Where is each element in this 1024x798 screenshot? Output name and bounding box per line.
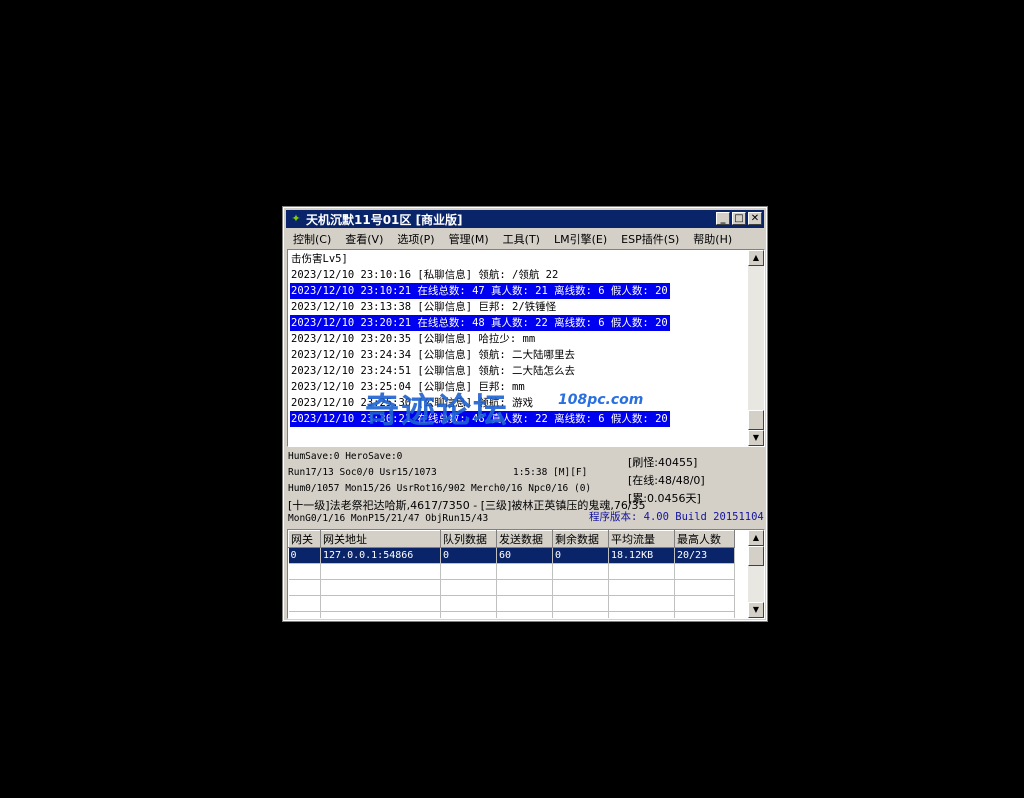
table-cell (608, 611, 675, 618)
table-row[interactable] (288, 595, 735, 612)
maximize-button[interactable]: □ (732, 212, 746, 225)
menu-view[interactable]: 查看(V) (338, 231, 390, 247)
column-header[interactable]: 剩余数据 (552, 530, 609, 548)
table-cell (496, 595, 553, 612)
scroll-down-icon[interactable]: ▼ (748, 430, 764, 446)
table-cell (320, 595, 441, 612)
table-scroll-down-icon[interactable]: ▼ (748, 602, 764, 618)
table-cell (608, 579, 675, 596)
status-mon: MonG0/1/16 MonP15/21/47 ObjRun15/43 (288, 513, 489, 524)
log-scrollbar[interactable]: ▲ ▼ (748, 250, 764, 446)
refresh-count: [刷怪:40455] (628, 456, 698, 469)
column-header[interactable]: 网关地址 (320, 530, 441, 548)
table-cell: 0 (288, 547, 321, 564)
table-cell (288, 595, 321, 612)
status-save: HumSave:0 HeroSave:0 (288, 451, 403, 462)
title-bar[interactable]: ✦ 天机沉默11号01区 [商业版] _ □ ✕ (286, 210, 764, 228)
log-line: 2023/12/10 23:10:16 [私聊信息] 领航: /领航 22 (291, 269, 559, 281)
close-button[interactable]: ✕ (748, 212, 762, 225)
table-cell (440, 595, 497, 612)
menu-bar: 控制(C) 查看(V) 选项(P) 管理(M) 工具(T) LM引擎(E) ES… (286, 229, 764, 248)
online-count: [在线:48/48/0] (628, 474, 705, 487)
title-buttons: _ □ ✕ (716, 212, 762, 225)
table-row[interactable]: 0 127.0.0.1:54866 0 60 0 18.12KB 20/23 (288, 547, 735, 564)
menu-help[interactable]: 帮助(H) (686, 231, 739, 247)
minimize-button[interactable]: _ (716, 212, 730, 225)
table-cell (496, 563, 553, 580)
log-line: 2023/12/10 23:20:35 [公聊信息] 哈拉少: mm (291, 333, 536, 345)
table-scroll-thumb[interactable] (748, 546, 764, 566)
table-cell: 127.0.0.1:54866 (320, 547, 441, 564)
watermark-url: 108pc.com (558, 392, 644, 408)
table-cell (674, 595, 735, 612)
table-cell (440, 579, 497, 596)
menu-esp-plugin[interactable]: ESP插件(S) (614, 231, 686, 247)
table-cell (552, 563, 609, 580)
table-cell (440, 611, 497, 618)
table-cell (320, 579, 441, 596)
app-icon: ✦ (291, 212, 301, 225)
table-cell (552, 611, 609, 618)
column-header[interactable]: 发送数据 (496, 530, 553, 548)
log-lines: 击伤害Lv5] 2023/12/10 23:10:16 [私聊信息] 领航: /领… (290, 251, 748, 427)
log-line: 2023/12/10 23:25:04 [公聊信息] 巨邦: mm (291, 381, 525, 393)
window-title: 天机沉默11号01区 [商业版] (306, 212, 463, 227)
log-panel[interactable]: 击伤害Lv5] 2023/12/10 23:10:16 [私聊信息] 领航: /领… (287, 249, 765, 447)
table-cell (288, 563, 321, 580)
watermark-logo: 奇迹论坛 (365, 391, 509, 431)
log-line: 2023/12/10 23:10:21 在线总数: 47 真人数: 21 离线数… (290, 283, 670, 299)
table-row[interactable] (288, 563, 735, 580)
column-header[interactable]: 网关 (288, 530, 321, 548)
column-header[interactable]: 平均流量 (608, 530, 675, 548)
table-cell (608, 595, 675, 612)
scroll-up-icon[interactable]: ▲ (748, 250, 764, 266)
table-cell (288, 611, 321, 618)
menu-lm-engine[interactable]: LM引擎(E) (547, 231, 614, 247)
main-window: ✦ 天机沉默11号01区 [商业版] _ □ ✕ 控制(C) 查看(V) 选项(… (282, 206, 768, 622)
table-cell: 20/23 (674, 547, 735, 564)
program-version: 程序版本: 4.00 Build 20151104 (589, 511, 764, 523)
table-cell: 60 (496, 547, 553, 564)
table-cell (496, 579, 553, 596)
table-cell (674, 579, 735, 596)
table-scroll-up-icon[interactable]: ▲ (748, 530, 764, 546)
table-cell: 18.12KB (608, 547, 675, 564)
log-line: 2023/12/10 23:20:21 在线总数: 48 真人数: 22 离线数… (290, 315, 670, 331)
cumulative-time: [累:0.0456天] (628, 492, 701, 505)
column-header[interactable]: 最高人数 (674, 530, 735, 548)
table-cell (320, 611, 441, 618)
menu-manage[interactable]: 管理(M) (442, 231, 496, 247)
status-panel: HumSave:0 HeroSave:0 Run17/13 Soc0/0 Usr… (287, 449, 765, 527)
log-line: 2023/12/10 23:25:30 [公聊信息] 领航: 游戏 (291, 397, 534, 409)
menu-control[interactable]: 控制(C) (286, 231, 338, 247)
table-cell (320, 563, 441, 580)
table-cell (288, 579, 321, 596)
table-cell (674, 611, 735, 618)
log-line: 2023/12/10 23:24:34 [公聊信息] 领航: 二大陆哪里去 (291, 349, 576, 361)
log-line: 2023/12/10 23:24:51 [公聊信息] 领航: 二大陆怎么去 (291, 365, 576, 377)
table-cell (440, 563, 497, 580)
log-line: 击伤害Lv5] (291, 253, 348, 265)
table-cell (674, 563, 735, 580)
table-row[interactable] (288, 611, 735, 618)
gateway-grid: 网关 网关地址 队列数据 发送数据 剩余数据 平均流量 最高人数 0 127.0.0.1:54… (288, 530, 735, 618)
table-cell (552, 579, 609, 596)
table-cell (608, 563, 675, 580)
table-cell: 0 (440, 547, 497, 564)
scroll-thumb[interactable] (748, 410, 764, 430)
log-line: 2023/12/10 23:13:38 [公聊信息] 巨邦: 2/铁锤怪 (291, 301, 557, 313)
table-scrollbar[interactable]: ▲ ▼ (748, 530, 764, 618)
table-cell (496, 611, 553, 618)
gateway-table[interactable]: 网关 网关地址 队列数据 发送数据 剩余数据 平均流量 最高人数 0 127.0.0.1:54… (287, 529, 765, 619)
status-uptime: 1:5:38 [M][F] (513, 467, 588, 478)
column-header[interactable]: 队列数据 (440, 530, 497, 548)
menu-tools[interactable]: 工具(T) (496, 231, 547, 247)
menu-options[interactable]: 选项(P) (390, 231, 441, 247)
status-counts: Hum0/1057 Mon15/26 UsrRot16/902 Merch0/1… (288, 483, 592, 494)
table-cell: 0 (552, 547, 609, 564)
status-run: Run17/13 Soc0/0 Usr15/1073 (288, 467, 437, 478)
table-row[interactable] (288, 579, 735, 596)
table-cell (552, 595, 609, 612)
